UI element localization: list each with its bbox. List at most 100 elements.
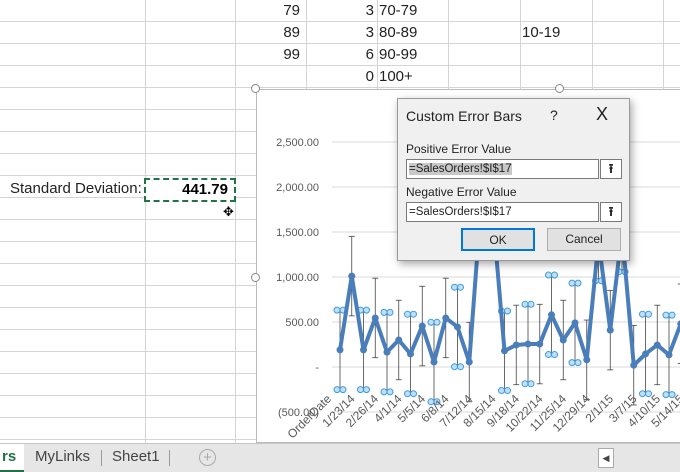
y-tick-label: 500.00 xyxy=(285,317,319,329)
data-point xyxy=(395,336,403,344)
positive-error-input[interactable]: =SalesOrders!$I$17 xyxy=(406,159,599,179)
error-bar-handle xyxy=(668,311,676,319)
error-bar-handle xyxy=(433,318,441,326)
error-bar-handle xyxy=(380,308,388,316)
add-sheet-icon[interactable]: + xyxy=(199,449,216,466)
error-bar-handle xyxy=(504,387,511,395)
error-bar-handle xyxy=(527,380,535,388)
cell[interactable]: 100+ xyxy=(379,66,413,88)
data-point xyxy=(536,340,544,348)
data-point xyxy=(630,361,638,369)
error-bar-handle xyxy=(457,283,464,291)
error-bar-handle xyxy=(545,271,552,279)
data-point xyxy=(559,336,567,344)
cell[interactable]: 10-19 xyxy=(522,22,560,44)
error-bar-handle xyxy=(504,307,511,315)
cell[interactable]: 3 xyxy=(312,0,374,22)
data-point xyxy=(371,314,379,322)
sheet-tab-bar: rs MyLinks Sheet1 + ◀ xyxy=(0,443,680,472)
error-bar-handle xyxy=(333,306,341,314)
error-bar-handle xyxy=(457,363,464,371)
error-bar-handle xyxy=(333,386,341,394)
col-line xyxy=(145,0,146,443)
dialog-title: Custom Error Bars xyxy=(406,108,522,124)
resize-handle[interactable] xyxy=(555,84,564,93)
positive-error-value: =SalesOrders!$I$17 xyxy=(409,163,512,175)
negative-error-input[interactable]: =SalesOrders!$I$17 xyxy=(406,202,599,222)
data-point xyxy=(512,341,520,349)
error-bar-handle xyxy=(380,388,388,396)
data-point xyxy=(407,350,414,358)
data-point xyxy=(501,347,508,355)
cell[interactable]: 80-89 xyxy=(379,22,417,44)
data-point xyxy=(465,358,473,366)
y-tick-label: - xyxy=(315,362,319,374)
y-tick-label: 2,000.00 xyxy=(276,182,319,194)
cell[interactable]: 0 xyxy=(312,66,374,88)
cancel-button[interactable]: Cancel xyxy=(547,228,621,251)
data-point xyxy=(383,348,391,356)
data-point xyxy=(653,341,661,349)
negative-error-label: Negative Error Value xyxy=(406,185,517,199)
error-bar-handle xyxy=(662,391,670,399)
sheet-tab-active[interactable]: rs xyxy=(0,444,24,472)
sheet-tab-mylinks[interactable]: MyLinks xyxy=(35,444,90,472)
data-point xyxy=(583,356,591,364)
data-point xyxy=(348,272,356,280)
data-point xyxy=(360,346,367,354)
tab-divider xyxy=(101,450,102,466)
data-point xyxy=(336,346,344,354)
cell[interactable]: 99 xyxy=(242,44,300,66)
error-bar-handle xyxy=(639,390,646,398)
cell[interactable]: 90-99 xyxy=(379,44,417,66)
error-bar-handle xyxy=(568,279,576,287)
cell[interactable]: 3 xyxy=(312,22,374,44)
data-point xyxy=(418,322,426,330)
cursor-cross-icon: ✥ xyxy=(223,204,234,219)
positive-error-label: Positive Error Value xyxy=(406,142,512,156)
data-point xyxy=(606,326,614,334)
error-bar-handle xyxy=(386,308,394,316)
error-bar-handle xyxy=(363,386,370,394)
error-bar-handle xyxy=(339,386,347,394)
custom-error-bars-dialog: Custom Error Bars ? X Positive Error Val… xyxy=(397,98,630,261)
collapse-range-button[interactable]: ⭱ xyxy=(600,159,622,179)
cell[interactable]: 79 xyxy=(242,0,300,22)
error-bar-handle xyxy=(404,310,411,318)
cell[interactable]: 89 xyxy=(242,22,300,44)
data-point xyxy=(524,340,532,348)
error-bar-handle xyxy=(521,380,529,388)
cell[interactable]: 6 xyxy=(312,44,374,66)
stddev-label: Standard Deviation: xyxy=(10,180,142,197)
ok-button[interactable]: OK xyxy=(461,228,535,251)
error-bar-handle xyxy=(498,387,505,395)
error-bar-handle xyxy=(551,351,558,359)
data-point xyxy=(548,311,555,319)
y-tick-label: 1,000.00 xyxy=(276,272,319,284)
collapse-range-button[interactable]: ⭱ xyxy=(600,202,622,222)
error-bar-handle xyxy=(545,351,552,359)
y-tick-label: 2,500.00 xyxy=(276,137,319,149)
error-bar-handle xyxy=(521,300,529,308)
resize-handle[interactable] xyxy=(251,84,260,93)
tab-divider xyxy=(169,450,170,466)
error-bar-handle xyxy=(568,359,576,367)
error-bar-handle xyxy=(551,271,558,279)
cell[interactable]: 70-79 xyxy=(379,0,417,22)
error-bar-handle xyxy=(357,386,364,394)
error-bar-handle xyxy=(662,311,670,319)
error-bar-handle xyxy=(574,359,582,367)
stddev-cell-selected[interactable]: 441.79 xyxy=(144,178,236,202)
error-bar-handle xyxy=(527,300,535,308)
error-bar-handle xyxy=(363,306,370,314)
close-button[interactable]: X xyxy=(596,104,608,125)
help-button[interactable]: ? xyxy=(550,107,558,123)
data-point xyxy=(454,323,461,331)
error-bar-handle xyxy=(639,310,646,318)
resize-handle[interactable] xyxy=(251,273,260,282)
scroll-left-icon[interactable]: ◀ xyxy=(598,448,614,468)
data-point xyxy=(571,319,579,327)
error-bar-handle xyxy=(574,279,582,287)
error-bar-handle xyxy=(404,390,411,398)
sheet-tab-sheet1[interactable]: Sheet1 xyxy=(112,444,160,472)
